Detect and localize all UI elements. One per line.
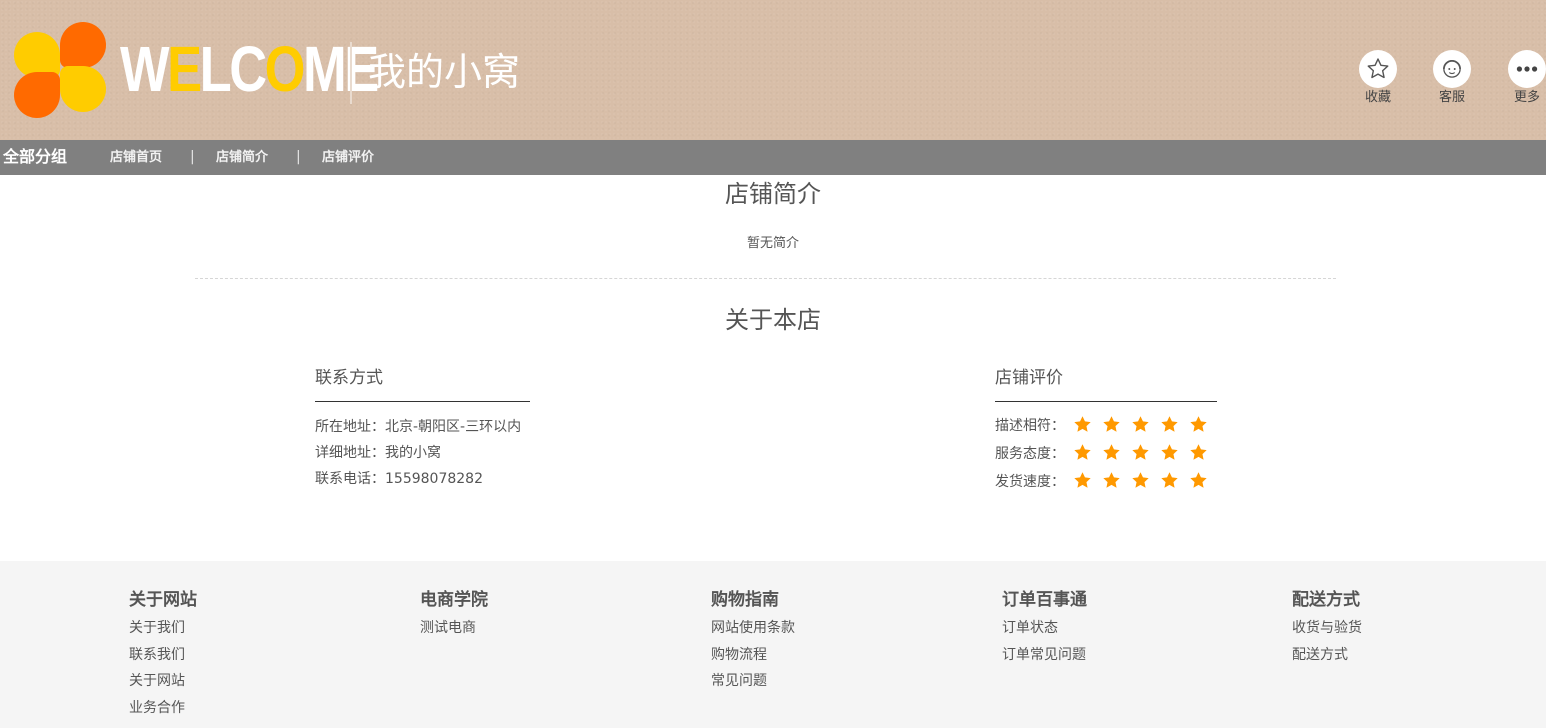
logo-divider	[350, 42, 352, 104]
customer-service-label: 客服	[1438, 90, 1465, 105]
footer-column-title: 订单百事通	[1002, 590, 1087, 610]
logo-petal	[14, 72, 60, 118]
star-group	[1073, 443, 1218, 466]
star-icon	[1103, 443, 1120, 460]
nav-link-reviews[interactable]: 店铺评价	[322, 150, 374, 166]
logo-petal	[60, 22, 106, 68]
star-icon	[1103, 415, 1120, 432]
footer-link[interactable]: 收货与验货	[1292, 619, 1362, 637]
site-footer: 关于网站 关于我们 联系我们 关于网站 业务合作 电商学院 测试电商 购物指南 …	[0, 561, 1546, 728]
footer-column-title: 电商学院	[420, 590, 488, 610]
star-icon	[1132, 471, 1149, 488]
footer-link[interactable]: 联系我们	[129, 646, 197, 664]
star-icon	[1132, 443, 1149, 460]
flower-logo-icon[interactable]	[12, 22, 110, 118]
footer-link[interactable]: 关于我们	[129, 619, 197, 637]
star-icon	[1074, 471, 1091, 488]
footer-link[interactable]: 测试电商	[420, 619, 488, 637]
rating-row-description: 描述相符：	[995, 415, 1218, 438]
star-group	[1073, 471, 1218, 494]
section-divider	[195, 278, 1336, 279]
rating-row-service: 服务态度：	[995, 443, 1218, 466]
footer-column-about: 关于网站 关于我们 联系我们 关于网站 业务合作	[129, 589, 197, 725]
shop-name: 我的小窝	[368, 50, 521, 94]
rating-label: 服务态度：	[995, 446, 1065, 462]
favorite-label: 收藏	[1364, 90, 1391, 105]
logo-petal	[60, 66, 106, 112]
star-icon	[1190, 443, 1207, 460]
contact-phone: 联系电话：15598078282	[315, 471, 483, 487]
intro-title: 店铺简介	[725, 180, 821, 208]
footer-link[interactable]: 订单状态	[1002, 619, 1087, 637]
shop-header: WELCOME 我的小窝 收藏 客服 更多	[0, 0, 1546, 140]
star-icon	[1074, 415, 1091, 432]
footer-link[interactable]: 网站使用条款	[711, 619, 795, 637]
footer-link[interactable]: 常见问题	[711, 672, 795, 690]
rating-label: 描述相符：	[995, 418, 1065, 434]
contact-title: 联系方式	[315, 368, 383, 388]
nav-separator: |	[296, 149, 301, 165]
footer-link[interactable]: 业务合作	[129, 699, 197, 717]
shop-nav-bar: 全部分组 店铺首页 | 店铺简介 | 店铺评价	[0, 140, 1546, 175]
footer-link[interactable]: 订单常见问题	[1002, 646, 1087, 664]
welcome-logo-text: WELCOME	[120, 33, 379, 105]
favorite-button[interactable]: 收藏	[1348, 50, 1408, 106]
footer-link[interactable]: 购物流程	[711, 646, 795, 664]
intro-text: 暂无简介	[746, 236, 799, 251]
customer-service-button[interactable]: 客服	[1422, 50, 1482, 106]
nav-link-home[interactable]: 店铺首页	[110, 150, 162, 166]
rating-rule	[995, 401, 1217, 402]
footer-column-title: 关于网站	[129, 590, 197, 610]
contact-rule	[315, 401, 530, 402]
star-icon	[1161, 415, 1178, 432]
star-icon	[1103, 471, 1120, 488]
more-label: 更多	[1513, 90, 1540, 105]
star-icon	[1161, 443, 1178, 460]
star-group	[1073, 415, 1218, 438]
star-icon	[1190, 471, 1207, 488]
star-icon	[1190, 415, 1207, 432]
nav-link-intro[interactable]: 店铺简介	[216, 150, 268, 166]
more-icon	[1508, 50, 1546, 88]
footer-link[interactable]: 关于网站	[129, 672, 197, 690]
star-outline-icon	[1359, 50, 1397, 88]
footer-column-academy: 电商学院 测试电商	[420, 589, 488, 646]
rating-label: 发货速度：	[995, 474, 1065, 490]
footer-link[interactable]: 配送方式	[1292, 646, 1362, 664]
about-title: 关于本店	[725, 306, 821, 334]
star-icon	[1074, 443, 1091, 460]
nav-separator: |	[190, 149, 195, 165]
more-button[interactable]: 更多	[1497, 50, 1546, 106]
footer-column-guide: 购物指南 网站使用条款 购物流程 常见问题	[711, 589, 795, 699]
contact-detail-address: 详细地址：我的小窝	[315, 445, 441, 461]
customer-service-icon	[1433, 50, 1471, 88]
rating-row-shipping: 发货速度：	[995, 471, 1218, 494]
footer-column-orders: 订单百事通 订单状态 订单常见问题	[1002, 589, 1087, 672]
footer-column-delivery: 配送方式 收货与验货 配送方式	[1292, 589, 1362, 672]
star-icon	[1161, 471, 1178, 488]
nav-all-groups[interactable]: 全部分组	[3, 147, 67, 167]
rating-title: 店铺评价	[995, 368, 1063, 388]
footer-column-title: 购物指南	[711, 590, 779, 610]
star-icon	[1132, 415, 1149, 432]
contact-address: 所在地址：北京-朝阳区-三环以内	[315, 419, 522, 435]
footer-column-title: 配送方式	[1292, 590, 1360, 610]
